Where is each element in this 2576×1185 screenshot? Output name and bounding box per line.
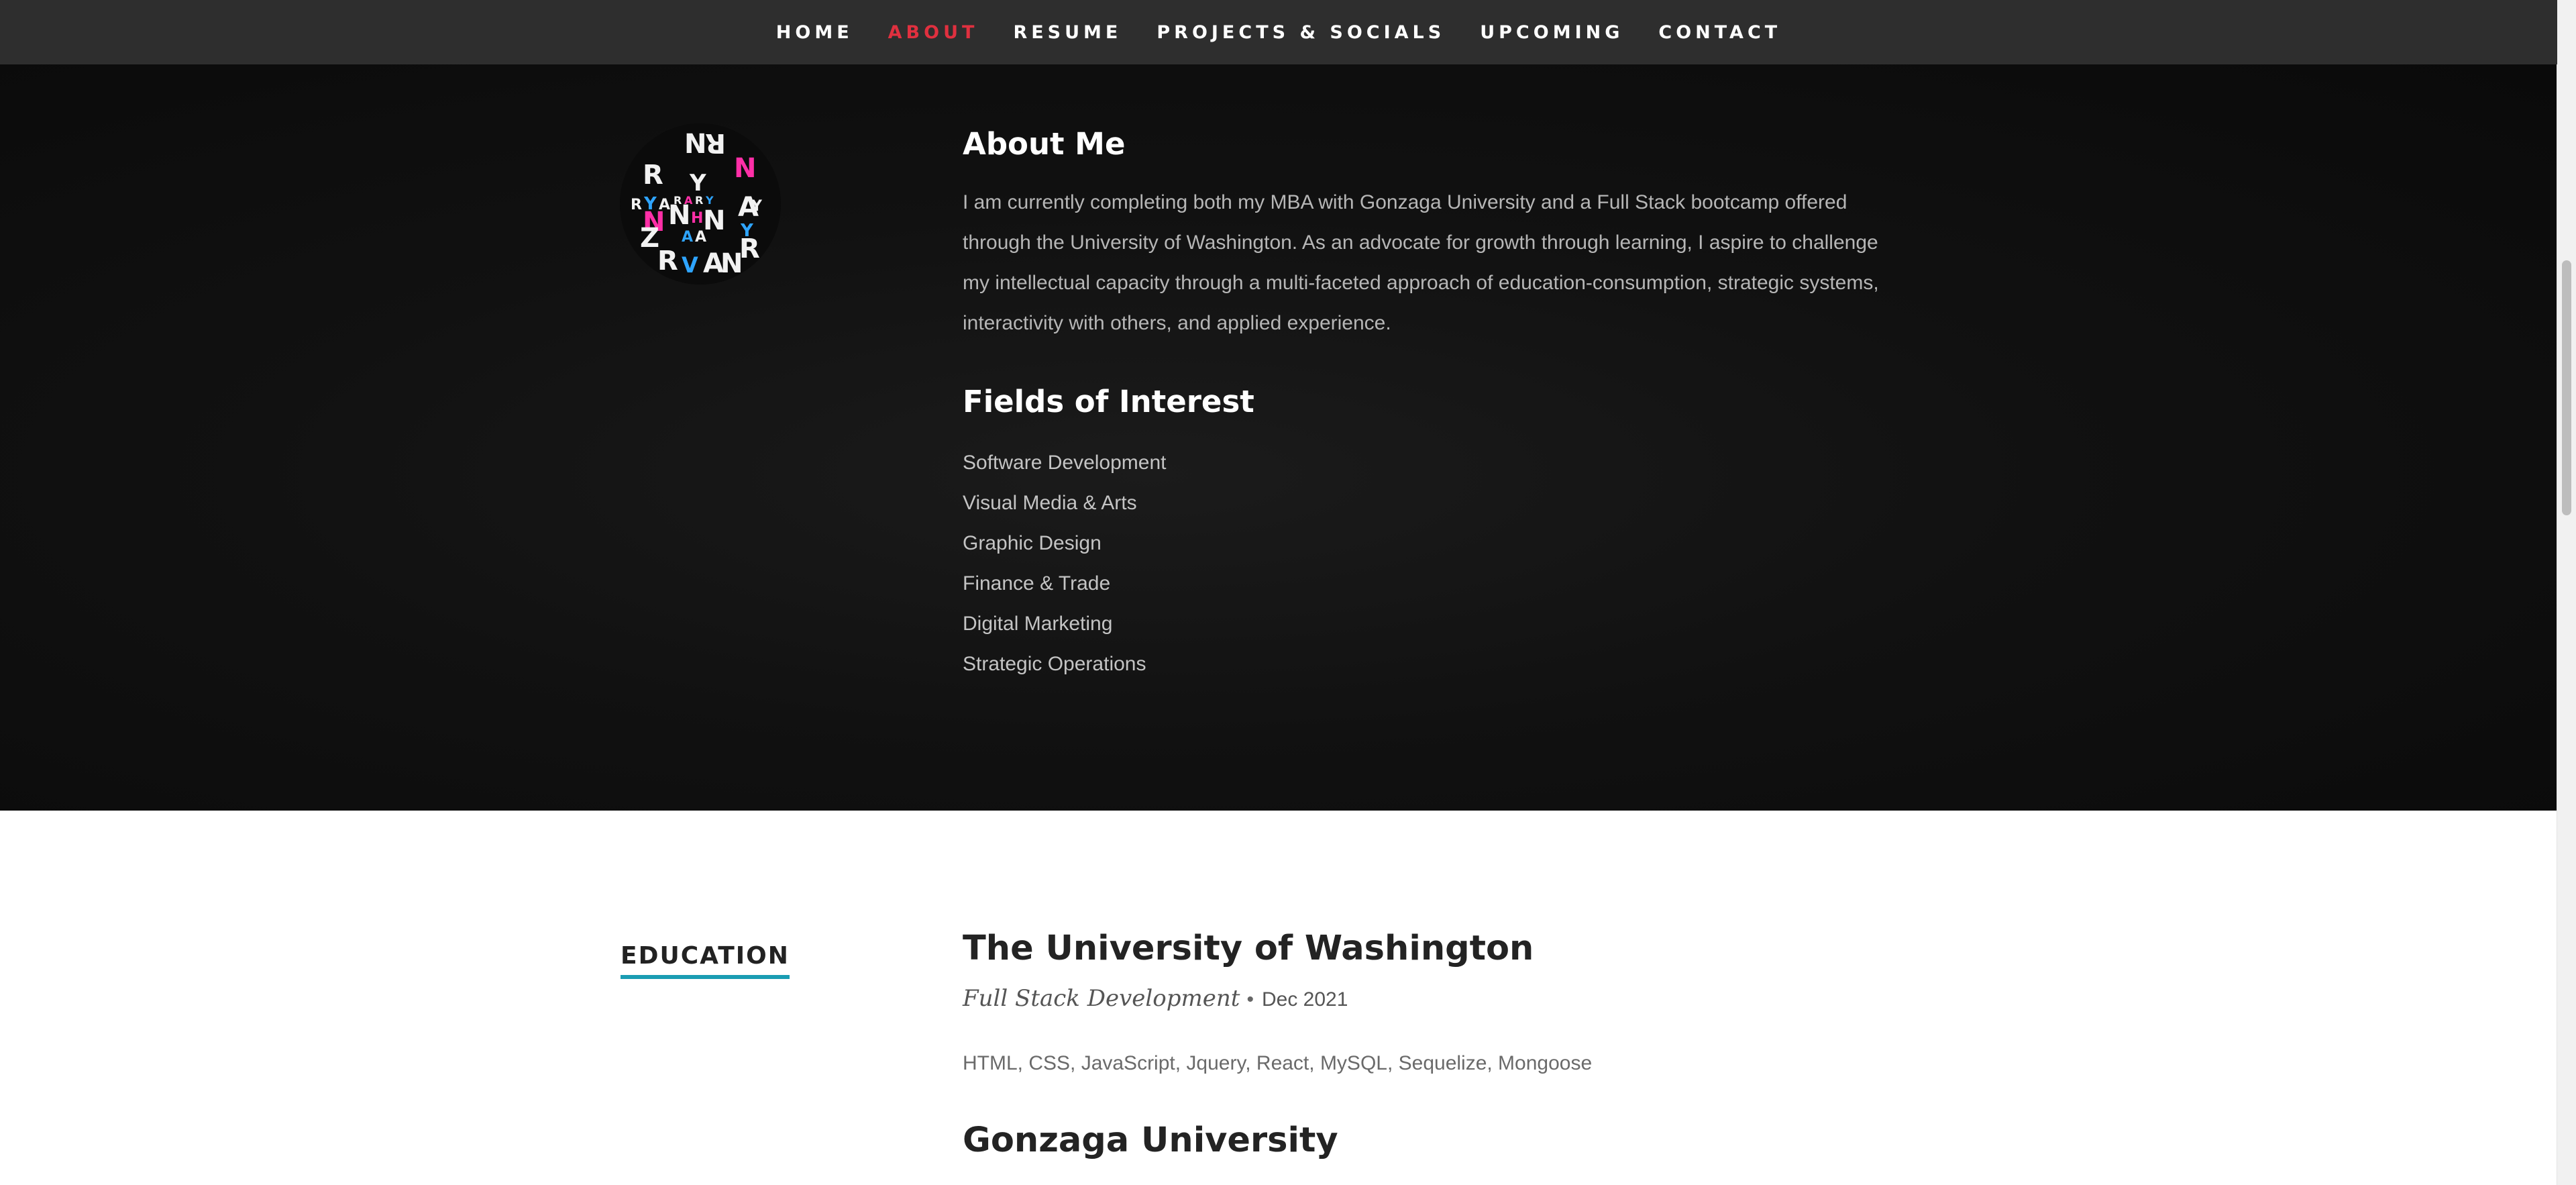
svg-text:Y: Y: [689, 170, 706, 197]
fields-of-interest-list: Software Development Visual Media & Arts…: [963, 443, 1167, 684]
svg-text:A: A: [738, 192, 759, 223]
degree-title: Full Stack Development: [963, 985, 1240, 1012]
interest-item: Finance & Trade: [963, 572, 1111, 595]
skills-list: HTML, CSS, JavaScript, Jquery, React, My…: [963, 1052, 1593, 1074]
degree-date: Dec 2021: [1261, 988, 1348, 1011]
education-section: EDUCATION The University of Washington F…: [0, 811, 2557, 1185]
interest-item: Strategic Operations: [963, 653, 1146, 675]
top-navigation: HOME ABOUT RESUME PROJECTS & SOCIALS UPC…: [0, 0, 2557, 64]
svg-text:R: R: [705, 127, 726, 158]
school-name: Gonzaga University: [963, 1121, 1338, 1160]
nav-home[interactable]: HOME: [776, 22, 853, 43]
education-label: EDUCATION: [621, 942, 790, 979]
nav-resume[interactable]: RESUME: [1013, 22, 1122, 43]
nav-projects-socials[interactable]: PROJECTS & SOCIALS: [1157, 22, 1445, 43]
svg-text:N: N: [734, 153, 756, 184]
svg-text:N: N: [668, 200, 690, 231]
interest-item: Software Development: [963, 452, 1167, 474]
bullet-separator: •: [1246, 988, 1254, 1011]
school-name: The University of Washington: [963, 929, 1534, 968]
svg-text:A: A: [695, 229, 706, 246]
svg-text:N: N: [684, 129, 706, 160]
interest-item: Digital Marketing: [963, 613, 1113, 635]
svg-text:R: R: [695, 194, 703, 207]
svg-text:V: V: [682, 252, 698, 278]
nav-about[interactable]: ABOUT: [888, 22, 979, 43]
svg-text:A: A: [682, 229, 693, 246]
degree-line: Full Stack Development • Dec 2021: [963, 985, 1348, 1012]
svg-text:R: R: [631, 197, 642, 213]
interest-item: Visual Media & Arts: [963, 492, 1137, 514]
about-section: N R N R R Y A Y A Y N Z R R V A N Y R A …: [0, 64, 2557, 811]
svg-text:R: R: [643, 160, 663, 191]
scrollbar-thumb[interactable]: [2562, 260, 2571, 515]
page-scrollbar[interactable]: [2557, 0, 2576, 1185]
svg-text:N: N: [720, 248, 743, 279]
nav-contact[interactable]: CONTACT: [1658, 22, 1781, 43]
svg-text:H: H: [691, 210, 703, 227]
interest-item: Graphic Design: [963, 532, 1102, 554]
fields-of-interest-heading: Fields of Interest: [963, 384, 1254, 419]
nav-upcoming[interactable]: UPCOMING: [1480, 22, 1623, 43]
avatar-logo-art: N R N R R Y A Y A Y N Z R R V A N Y R A …: [620, 123, 781, 285]
ryan-logo-avatar: N R N R R Y A Y A Y N Z R R V A N Y R A …: [620, 123, 781, 285]
about-me-bio: I am currently completing both my MBA wi…: [963, 191, 1879, 334]
about-me-heading: About Me: [963, 126, 1126, 162]
svg-text:Z: Z: [640, 223, 659, 254]
svg-text:R: R: [657, 246, 678, 276]
